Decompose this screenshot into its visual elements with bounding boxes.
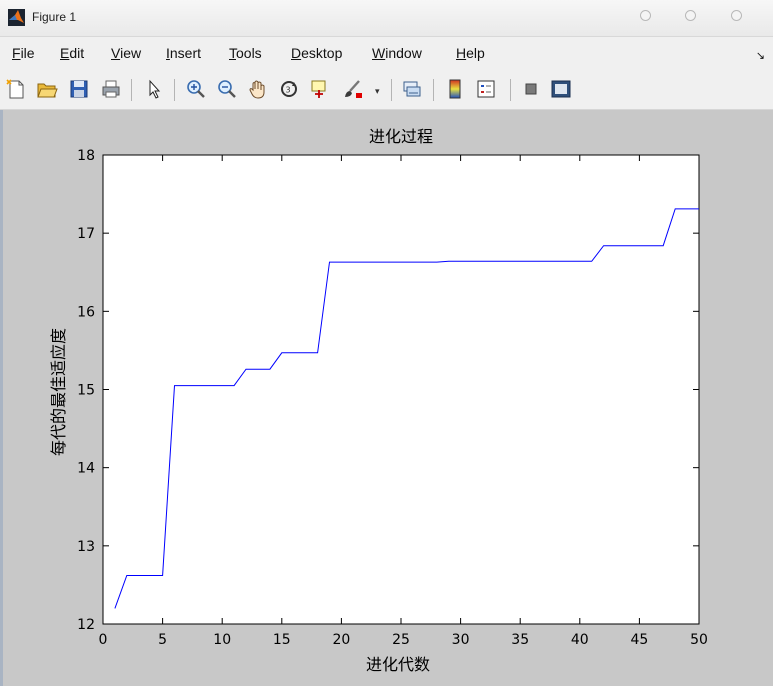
- x-axis-label: 进化代数: [366, 655, 430, 674]
- y-tick-label: 15: [77, 383, 95, 399]
- y-tick-label: 18: [77, 148, 95, 164]
- x-tick-label: 20: [332, 632, 350, 648]
- x-tick-label: 25: [392, 632, 410, 648]
- y-tick-label: 12: [77, 617, 95, 633]
- chart: 0 5 10 15 20 25 30 35 40 45 5012131415161718 进化过程 …: [49, 127, 708, 674]
- y-tick-label: 14: [77, 461, 95, 477]
- x-tick-label: 50: [690, 632, 708, 648]
- x-tick-label: 30: [452, 632, 470, 648]
- y-tick-label: 17: [77, 226, 95, 242]
- y-tick-label: 13: [77, 539, 95, 555]
- y-axis-label: 每代的最佳适应度: [49, 328, 68, 456]
- x-tick-label: 40: [571, 632, 589, 648]
- x-tick-label: 15: [273, 632, 291, 648]
- chart-title: 进化过程: [369, 127, 433, 146]
- x-tick-label: 35: [511, 632, 529, 648]
- plot-area[interactable]: [102, 154, 700, 625]
- x-tick-label: 10: [213, 632, 231, 648]
- x-tick-label: 5: [158, 632, 167, 648]
- x-tick-label: 45: [630, 632, 648, 648]
- x-tick-label: 0: [99, 632, 108, 648]
- y-tick-label: 16: [77, 304, 95, 320]
